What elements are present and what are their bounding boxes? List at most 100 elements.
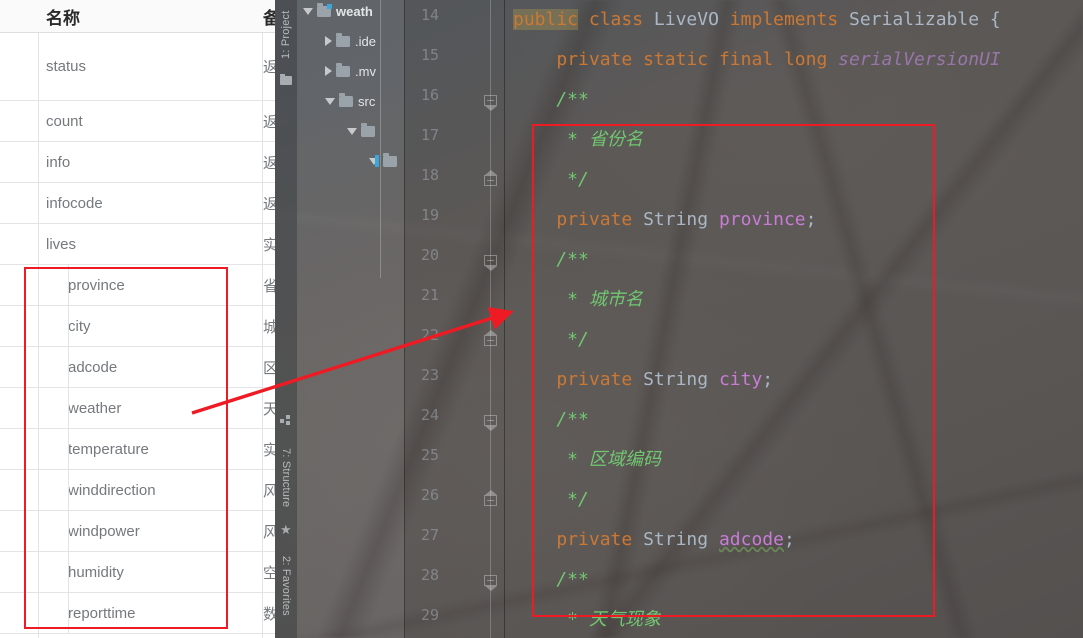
code-token: private [556, 49, 633, 70]
module-folder-icon [317, 2, 332, 17]
line-number: 17 [420, 126, 439, 144]
line-number: 29 [420, 606, 439, 624]
fold-region-start-icon[interactable] [484, 330, 497, 346]
line-number: 14 [420, 6, 439, 24]
table-row: count 返 [0, 101, 300, 142]
fold-region-end-icon[interactable] [484, 575, 497, 591]
tool-window-button-structure[interactable]: 7: Structure [275, 430, 297, 526]
tree-selection-marker [375, 155, 379, 167]
table-indent-divider [68, 347, 69, 388]
tree-node[interactable]: .mv [325, 60, 376, 82]
code-token: LiveVO [653, 9, 719, 30]
code-line: private String city; [513, 360, 773, 400]
table-cell-name: adcode [68, 358, 118, 376]
line-number: 25 [420, 446, 439, 464]
fold-region-start-icon[interactable] [484, 490, 497, 506]
table-row: humidity 空 [0, 552, 300, 593]
tree-node-label: .ide [355, 33, 376, 49]
code-token: * 区域编码 [513, 449, 661, 470]
table-row: status 返 [0, 33, 300, 101]
code-line: */ [513, 480, 589, 520]
chevron-right-icon[interactable] [325, 36, 332, 46]
fold-region-start-icon[interactable] [484, 170, 497, 186]
table-row: windpower 风 [0, 511, 300, 552]
tool-window-stripe[interactable]: 1: Project 7: Structure 2: Favorites ★ [275, 0, 297, 638]
table-cell-name: status [46, 58, 87, 75]
code-editor[interactable]: public class LiveVO implements Serializa… [513, 0, 1083, 638]
table-indent-divider [68, 429, 69, 470]
table-indent-divider [68, 388, 69, 429]
tree-node-label: .mv [355, 63, 376, 79]
tree-node[interactable]: .ide [325, 30, 376, 52]
code-token: private [556, 209, 633, 230]
table-cell-name: info [46, 153, 71, 171]
project-folder-icon [280, 74, 292, 86]
code-token: * 城市名 [513, 289, 643, 310]
fold-region-end-icon[interactable] [484, 415, 497, 431]
code-line: * 天气现象 [513, 600, 661, 638]
tool-window-button-favorites[interactable]: 2: Favorites [275, 540, 297, 632]
code-line: */ [513, 320, 589, 360]
table-indent-divider [68, 306, 69, 347]
code-token: */ [513, 329, 589, 350]
table-row: winddirection 风 [0, 470, 300, 511]
table-indent-divider [68, 265, 69, 306]
favorites-star-icon: ★ [280, 522, 292, 537]
code-token: /** [513, 569, 589, 590]
tool-window-button-project[interactable]: 1: Project [275, 0, 297, 70]
code-token: implements [729, 9, 839, 30]
code-token: city [718, 369, 763, 390]
tree-node[interactable] [347, 120, 380, 142]
table-indent-divider [68, 511, 69, 552]
code-line: public class LiveVO implements Serializa… [513, 0, 1001, 40]
code-token: /** [513, 249, 589, 270]
chevron-right-icon[interactable] [325, 66, 332, 76]
table-row: weather 天 [0, 388, 300, 429]
tree-node[interactable] [369, 150, 402, 172]
editor-gutter[interactable]: 1415161718192021222324252627282930313233… [405, 0, 505, 638]
chevron-down-icon[interactable] [347, 127, 357, 135]
tree-inner-divider [380, 0, 381, 278]
code-token: * 天气现象 [513, 609, 661, 630]
tree-node[interactable]: weath [303, 0, 373, 22]
project-tree[interactable]: weath .ide .mv src [297, 0, 405, 180]
table-cell-name: city [68, 317, 91, 335]
table-row: adcode 区 [0, 347, 300, 388]
chevron-down-icon[interactable] [303, 7, 313, 15]
chevron-down-icon[interactable] [325, 97, 335, 105]
code-line: * 区域编码 [513, 440, 661, 480]
fold-region-end-icon[interactable] [484, 255, 497, 271]
line-number: 16 [420, 86, 439, 104]
code-line: private static final long serialVersionU… [513, 40, 1001, 80]
code-token: String [643, 529, 709, 550]
code-line: * 城市名 [513, 280, 643, 320]
tree-node[interactable]: src [325, 90, 375, 112]
code-token: ; [762, 369, 774, 390]
code-line: /** [513, 240, 589, 280]
table-row: city 城 [0, 306, 300, 347]
tree-node-label: weath [336, 3, 373, 19]
code-token: static [643, 49, 709, 70]
table-row: temperature 实 [0, 429, 300, 470]
table-header-row: 名称备 [0, 0, 300, 33]
table-indent-divider [68, 470, 69, 511]
code-token: /** [513, 89, 589, 110]
code-token: province [718, 209, 806, 230]
fold-region-end-icon[interactable] [484, 95, 497, 111]
table-row: info 返 [0, 142, 300, 183]
code-token: serialVersionUI [838, 49, 1001, 70]
line-number: 23 [420, 366, 439, 384]
code-token: public [513, 9, 579, 30]
line-number: 21 [420, 286, 439, 304]
code-line: * 省份名 [513, 120, 643, 160]
